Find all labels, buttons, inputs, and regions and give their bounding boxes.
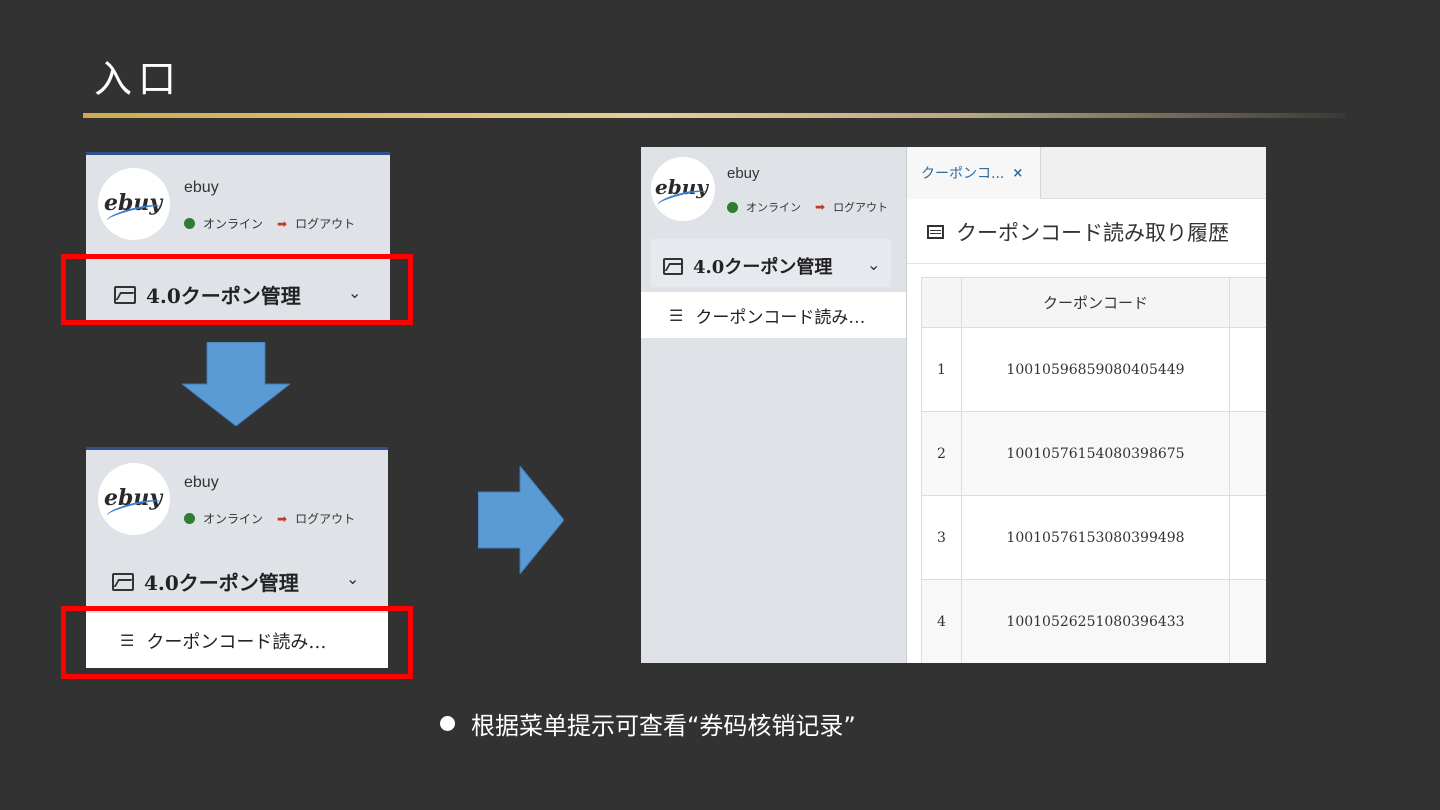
row-index: 4 — [921, 579, 962, 663]
close-icon[interactable]: × — [1012, 166, 1023, 181]
online-status-icon — [184, 513, 195, 524]
user-name: ebuy — [727, 165, 760, 182]
document-icon — [927, 225, 944, 239]
column-header-next — [1229, 277, 1266, 328]
submenu-item-coupon-history[interactable]: ☰ クーポンコード読み… — [641, 292, 906, 338]
caption-text: 根据菜单提示可查看“券码核销记录” — [471, 712, 856, 740]
image-icon — [663, 257, 683, 275]
logout-icon[interactable]: ➡ — [815, 200, 825, 214]
table-row[interactable]: 4 10010526251080396433 — [921, 579, 1266, 663]
online-status-icon — [184, 218, 195, 229]
online-status-label: オンライン — [746, 201, 801, 214]
arrow-right-icon — [478, 466, 564, 574]
title-divider — [83, 113, 1345, 118]
list-icon: ☰ — [669, 305, 684, 325]
menu-item-label: 4.0クーポン管理 — [144, 571, 299, 595]
table-header-row: クーポンコード — [921, 277, 1266, 328]
highlight-box-submenu — [61, 606, 413, 679]
menu-item-coupon-management[interactable]: 4.0クーポン管理 — [112, 567, 299, 596]
row-coupon-code: 10010576153080399498 — [961, 495, 1230, 580]
tab-bar: クーポンコ... × — [907, 147, 1266, 199]
online-status-icon — [727, 201, 738, 213]
row-cell — [1229, 579, 1266, 663]
table-row[interactable]: 3 10010576153080399498 — [921, 495, 1266, 580]
avatar: ebuy — [98, 463, 170, 535]
main-content: クーポンコ... × クーポンコード読み取り履歴 クーポンコード 1 10010… — [906, 147, 1266, 663]
logout-link[interactable]: ログアウト — [295, 510, 355, 527]
tab-label: クーポンコ... — [921, 166, 1005, 182]
user-status-row: オンライン ➡ ログアウト — [184, 510, 355, 527]
menu-item-coupon-management[interactable]: 4.0クーポン管理 — [663, 253, 832, 279]
logout-icon[interactable]: ➡ — [277, 512, 287, 526]
row-index: 2 — [921, 411, 962, 496]
user-name: ebuy — [184, 474, 219, 491]
header-divider — [907, 263, 1266, 264]
panel-top-border — [86, 447, 388, 450]
slide-caption: 根据菜单提示可查看“券码核销记录” — [440, 706, 856, 741]
user-status-row: オンライン ➡ ログアウト — [727, 199, 888, 215]
user-name: ebuy — [184, 179, 219, 196]
column-header-code[interactable]: クーポンコード — [961, 277, 1230, 328]
slide-title: 入口 — [94, 57, 183, 101]
history-table: クーポンコード 1 10010596859080405449 2 1001057… — [921, 277, 1266, 663]
page-title-text: クーポンコード読み取り履歴 — [956, 221, 1229, 245]
panel-top-border — [86, 152, 390, 155]
row-coupon-code: 10010526251080396433 — [961, 579, 1230, 663]
tab-coupon-history[interactable]: クーポンコ... × — [907, 147, 1041, 199]
image-icon — [112, 572, 134, 591]
logout-link[interactable]: ログアウト — [295, 215, 355, 232]
bullet-icon — [440, 716, 455, 731]
table-row[interactable]: 2 10010576154080398675 — [921, 411, 1266, 496]
row-index: 1 — [921, 327, 962, 412]
row-cell — [1229, 327, 1266, 412]
row-cell — [1229, 495, 1266, 580]
row-index: 3 — [921, 495, 962, 580]
online-status-label: オンライン — [203, 217, 264, 231]
menu-item-label: 4.0クーポン管理 — [693, 257, 833, 278]
page-title: クーポンコード読み取り履歴 — [927, 217, 1229, 247]
arrow-down-icon — [182, 342, 290, 426]
avatar: ebuy — [98, 168, 170, 240]
submenu-item-label: クーポンコード読み… — [695, 307, 866, 328]
column-header-index — [921, 277, 962, 328]
logout-icon[interactable]: ➡ — [277, 217, 287, 231]
sidebar: ebuy ebuy オンライン ➡ ログアウト 4.0クーポン管理 ⌄ ☰ クー… — [641, 147, 906, 663]
app-screenshot: ebuy ebuy オンライン ➡ ログアウト 4.0クーポン管理 ⌄ ☰ クー… — [641, 147, 1266, 663]
logout-link[interactable]: ログアウト — [833, 199, 888, 215]
chevron-down-icon[interactable]: ⌄ — [346, 569, 359, 588]
row-coupon-code: 10010596859080405449 — [961, 327, 1230, 412]
chevron-down-icon[interactable]: ⌄ — [867, 255, 880, 274]
user-status-row: オンライン ➡ ログアウト — [184, 215, 355, 232]
table-row[interactable]: 1 10010596859080405449 — [921, 327, 1266, 412]
row-coupon-code: 10010576154080398675 — [961, 411, 1230, 496]
highlight-box-menu — [61, 254, 413, 325]
row-cell — [1229, 411, 1266, 496]
online-status-label: オンライン — [203, 512, 264, 526]
avatar: ebuy — [651, 157, 715, 221]
